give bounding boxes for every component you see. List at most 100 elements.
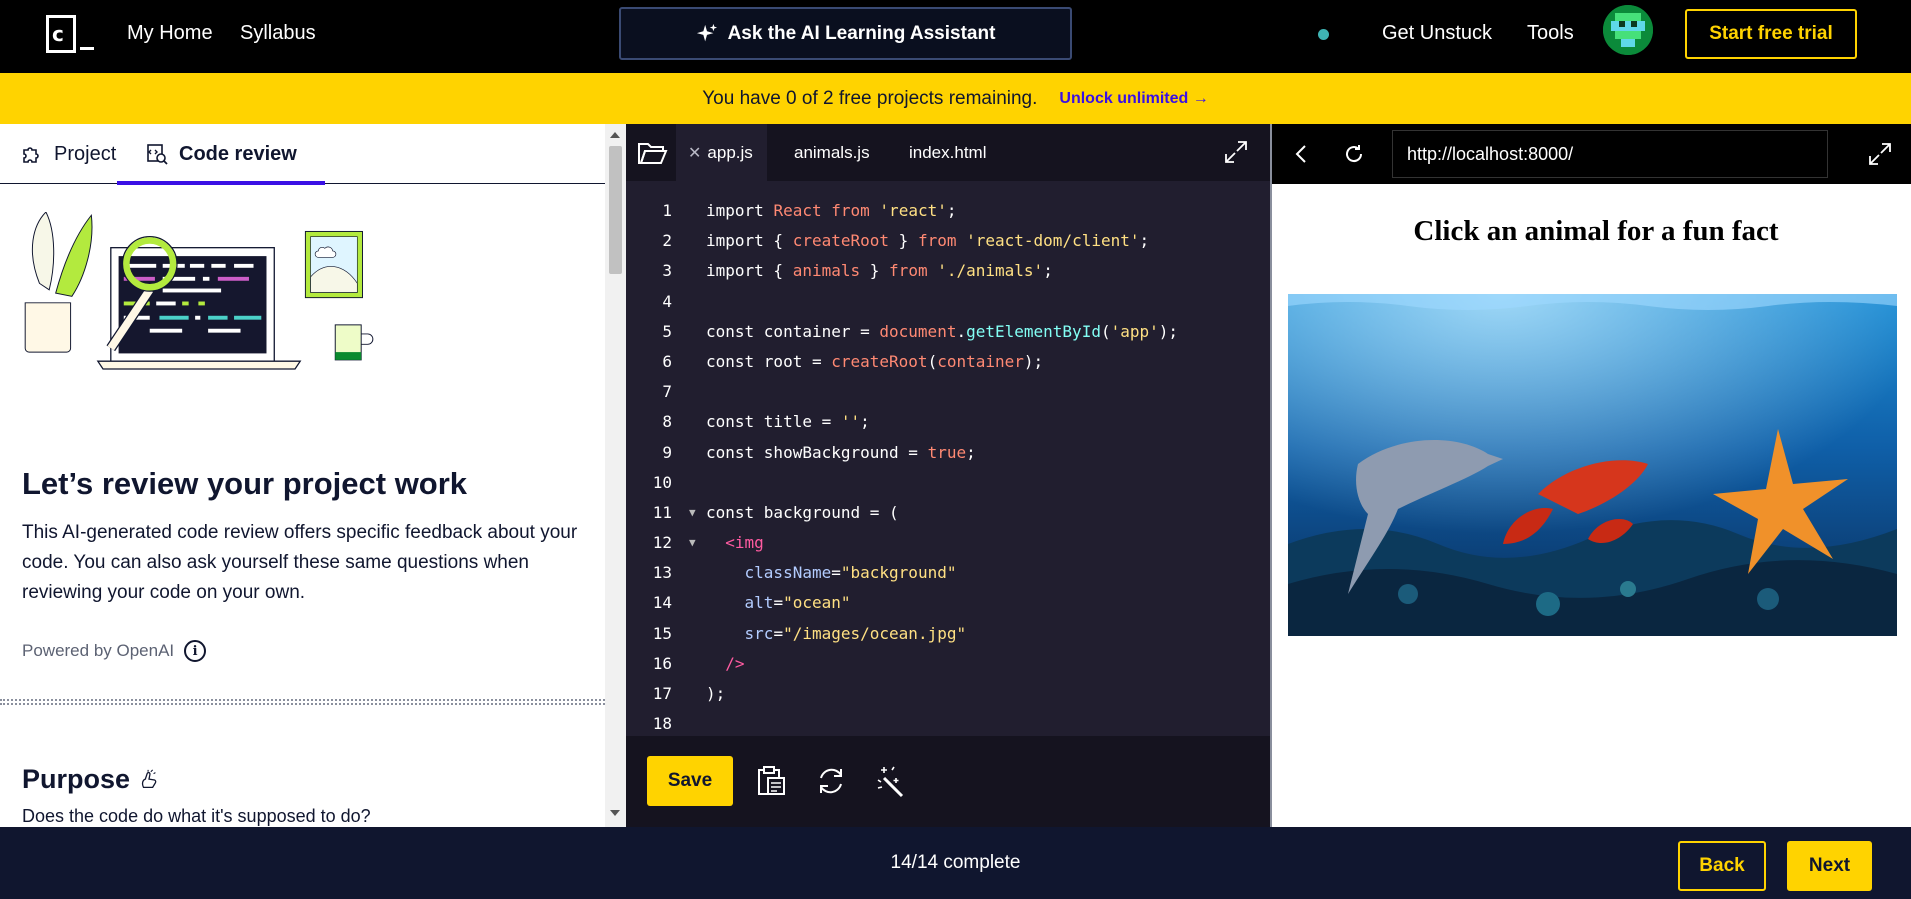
code-line: 16 /> — [626, 649, 1270, 679]
editor-tab-animals-js-label: animals.js — [794, 142, 870, 162]
tab-code-review[interactable]: Code review — [117, 124, 325, 185]
line-number: 4 — [662, 291, 672, 311]
line-number: 6 — [662, 351, 672, 371]
line-number: 18 — [652, 714, 672, 734]
expand-editor-icon[interactable] — [1224, 140, 1248, 164]
progress-text: 14/14 complete — [890, 852, 1021, 873]
line-number: 16 — [652, 653, 672, 673]
code-line-text: ); — [706, 684, 726, 703]
refresh-icon[interactable] — [1342, 142, 1366, 166]
scrollbar-thumb[interactable] — [609, 146, 622, 274]
top-nav: c My Home Syllabus Ask the AI Learning A… — [0, 0, 1911, 73]
line-number: 12 — [652, 533, 672, 553]
code-line: 8 const title = ''; — [626, 407, 1270, 437]
purpose-title: Purpose — [22, 764, 131, 794]
scroll-up-arrow-icon[interactable] — [610, 132, 620, 138]
code-area[interactable]: 1 import React from 'react'; 2 import { cr… — [626, 196, 1270, 739]
nav-my-home-link[interactable]: My Home — [127, 22, 213, 45]
tab-code-review-label: Code review — [179, 142, 297, 165]
logo-underscore — [80, 47, 94, 50]
tools-link[interactable]: Tools — [1527, 22, 1574, 45]
expand-preview-icon[interactable] — [1868, 142, 1892, 166]
magic-wand-icon[interactable] — [874, 764, 908, 798]
line-number: 14 — [652, 593, 672, 613]
line-number: 8 — [662, 412, 672, 432]
tab-project[interactable]: Project — [20, 124, 116, 184]
clipboard-icon[interactable] — [754, 764, 788, 798]
line-number: 11 — [652, 502, 672, 522]
code-line-text: import { createRoot } from 'react-dom/cl… — [706, 231, 1150, 251]
code-line-text: import React from 'react'; — [706, 201, 957, 220]
code-line: 5 const container = document.getElementBy… — [626, 317, 1270, 347]
code-review-description: This AI-generated code review offers spe… — [22, 522, 578, 603]
line-number: 15 — [652, 623, 672, 643]
ocean-background-image — [1288, 294, 1897, 636]
line-number: 3 — [662, 261, 672, 281]
code-review-title: Let’s review your project work — [22, 466, 468, 501]
editor-tab-app-js-label: app.js — [707, 142, 753, 162]
panel-tabs: Project Code review — [0, 124, 605, 185]
code-line: 7 — [626, 377, 1270, 407]
close-tab-icon[interactable]: ✕ — [688, 143, 701, 163]
back-arrow-icon[interactable] — [1290, 142, 1314, 166]
purpose-question: Does the code do what it's supposed to d… — [22, 806, 371, 826]
code-line: 10 — [626, 468, 1270, 498]
code-review-icon — [147, 144, 168, 165]
codecademy-logo[interactable]: c — [46, 15, 98, 55]
section-divider — [0, 699, 605, 705]
panel-scrollbar[interactable] — [605, 124, 626, 827]
powered-by: Powered by OpenAI i — [22, 640, 207, 662]
line-number: 7 — [662, 382, 672, 402]
code-line-text: const title = ''; — [706, 412, 870, 432]
reset-icon[interactable] — [814, 764, 848, 798]
code-line: 14 alt="ocean" — [626, 588, 1270, 618]
code-line: 18 — [626, 709, 1270, 739]
next-button[interactable]: Next — [1787, 841, 1872, 891]
back-button[interactable]: Back — [1678, 841, 1766, 891]
code-line-text: import { animals } from './animals'; — [706, 261, 1053, 281]
editor-tab-animals-js[interactable]: animals.js — [794, 124, 870, 181]
code-line: 2 import { createRoot } from 'react-dom/c… — [626, 226, 1270, 256]
start-free-trial-button[interactable]: Start free trial — [1685, 9, 1857, 59]
pointing-hand-icon — [141, 769, 157, 788]
code-editor: ✕ app.js animals.js index.html 1 import R… — [626, 124, 1270, 827]
code-line-text: const background = ( — [706, 502, 899, 522]
save-button[interactable]: Save — [647, 756, 733, 806]
puzzle-icon — [23, 147, 39, 163]
folder-open-icon[interactable] — [636, 136, 668, 168]
code-line-text: src="/images/ocean.jpg" — [744, 623, 967, 643]
avatar[interactable] — [1603, 5, 1653, 55]
browser-bar: http://localhost:8000/ — [1272, 124, 1911, 184]
scroll-down-arrow-icon[interactable] — [610, 810, 620, 816]
get-unstuck-link[interactable]: Get Unstuck — [1382, 22, 1492, 45]
editor-toolbar: Save — [626, 736, 1270, 827]
info-icon[interactable]: i — [184, 640, 207, 662]
editor-tab-app-js[interactable]: ✕ app.js — [676, 124, 767, 181]
line-number: 10 — [652, 472, 672, 492]
code-line: 6 const root = createRoot(container); — [626, 347, 1270, 377]
editor-tab-index-html-label: index.html — [909, 142, 987, 162]
line-number: 17 — [652, 684, 672, 703]
url-input[interactable]: http://localhost:8000/ — [1392, 130, 1828, 178]
browser-preview: http://localhost:8000/ Click an animal f… — [1272, 124, 1911, 827]
line-number: 1 — [662, 201, 672, 220]
editor-tab-index-html[interactable]: index.html — [909, 124, 986, 181]
preview-heading: Click an animal for a fun fact — [1413, 215, 1779, 247]
code-line: 13 className="background" — [626, 558, 1270, 588]
code-line-text: const showBackground = true; — [706, 442, 976, 462]
unlock-unlimited-link[interactable]: Unlock unlimited → — [1059, 90, 1208, 108]
code-line-text: const container = document.getElementByI… — [706, 321, 1179, 341]
purpose-heading: Purpose — [22, 764, 160, 795]
fold-arrow-icon[interactable]: ▼ — [689, 528, 696, 558]
code-line: 1 import React from 'react'; — [626, 196, 1270, 226]
code-line-text: const root = createRoot(container); — [706, 351, 1044, 371]
bottom-bar: 14/14 complete Back Next — [0, 827, 1911, 899]
fold-arrow-icon[interactable]: ▼ — [689, 498, 696, 528]
code-line: 15 src="/images/ocean.jpg" — [626, 619, 1270, 649]
status-dot — [1318, 29, 1329, 40]
ai-assistant-button[interactable]: Ask the AI Learning Assistant — [619, 7, 1072, 60]
code-line: 3 import { animals } from './animals'; — [626, 256, 1270, 286]
nav-syllabus-link[interactable]: Syllabus — [240, 22, 316, 45]
instructions-panel: Project Code review Let’s review your pr… — [0, 124, 626, 827]
code-line: 9 const showBackground = true; — [626, 438, 1270, 468]
